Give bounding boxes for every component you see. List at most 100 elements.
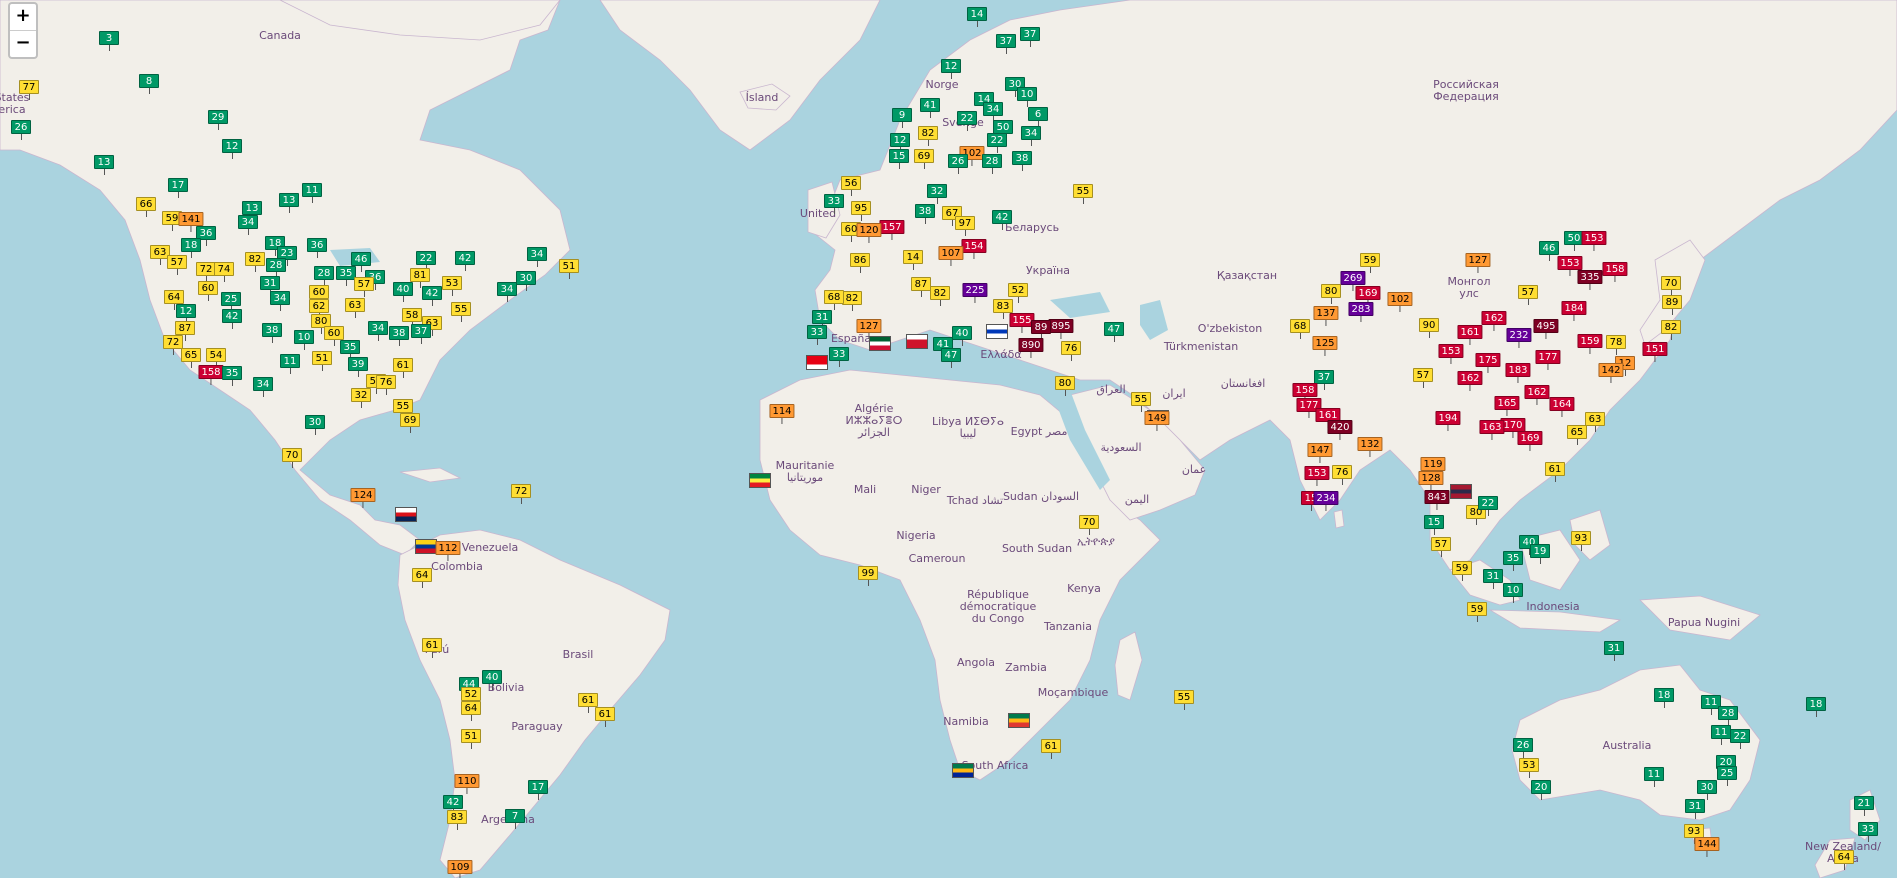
aqi-station-marker[interactable]: 35 (1503, 551, 1523, 571)
zoom-out-button[interactable]: − (10, 30, 36, 57)
aqi-station-marker[interactable]: 109 (447, 860, 473, 878)
aqi-station-marker[interactable]: 97 (955, 216, 975, 236)
aqi-station-marker[interactable]: 51 (461, 729, 481, 749)
aqi-station-marker[interactable]: 64 (1834, 850, 1854, 870)
aqi-station-marker[interactable]: 31 (1604, 641, 1624, 661)
aqi-station-marker[interactable]: 82 (842, 291, 862, 311)
aqi-station-marker[interactable]: 17 (528, 780, 548, 800)
aqi-station-marker[interactable]: 39 (348, 357, 368, 377)
aqi-station-marker[interactable]: 890 (1018, 338, 1044, 358)
aqi-station-marker[interactable]: 234 (1313, 491, 1339, 511)
aqi-station-marker[interactable]: 13 (94, 155, 114, 175)
aqi-station-marker[interactable]: 83 (447, 810, 467, 830)
aqi-station-marker[interactable]: 57 (1431, 537, 1451, 557)
aqi-station-marker[interactable]: 55 (451, 302, 471, 322)
aqi-station-marker[interactable]: 69 (400, 413, 420, 433)
aqi-station-marker[interactable]: 28 (982, 154, 1002, 174)
aqi-station-marker[interactable]: 114 (769, 404, 795, 424)
aqi-station-marker[interactable]: 34 (497, 282, 517, 302)
colombia-flag[interactable] (415, 539, 437, 554)
aqi-station-marker[interactable]: 151 (1642, 342, 1668, 362)
aqi-station-marker[interactable]: 80 (1321, 284, 1341, 304)
aqi-station-marker[interactable]: 225 (962, 283, 988, 303)
aqi-station-marker[interactable]: 61 (1545, 462, 1565, 482)
aqi-station-marker[interactable]: 14 (903, 250, 923, 270)
aqi-station-marker[interactable]: 125 (1312, 336, 1338, 356)
aqi-station-marker[interactable]: 37 (996, 34, 1016, 54)
aqi-station-marker[interactable]: 34 (253, 377, 273, 397)
aqi-station-marker[interactable]: 61 (595, 707, 615, 727)
aqi-station-marker[interactable]: 18 (1806, 697, 1826, 717)
aqi-station-marker[interactable]: 8 (139, 74, 159, 94)
aqi-station-marker[interactable]: 81 (410, 268, 430, 288)
aqi-station-marker[interactable]: 57 (1413, 368, 1433, 388)
zoom-in-button[interactable]: + (10, 4, 36, 30)
aqi-station-marker[interactable]: 68 (824, 290, 844, 310)
aqi-station-marker[interactable]: 22 (987, 133, 1007, 153)
aqi-station-marker[interactable]: 37 (1020, 27, 1040, 47)
aqi-station-marker[interactable]: 10 (1017, 87, 1037, 107)
aqi-station-marker[interactable]: 132 (1357, 437, 1383, 457)
aqi-station-marker[interactable]: 32 (351, 388, 371, 408)
aqi-station-marker[interactable]: 20 (1531, 780, 1551, 800)
aqi-station-marker[interactable]: 33 (824, 194, 844, 214)
aqi-station-marker[interactable]: 38 (1012, 151, 1032, 171)
aqi-station-marker[interactable]: 57 (167, 255, 187, 275)
aqi-station-marker[interactable]: 142 (1598, 363, 1624, 383)
aqi-station-marker[interactable]: 162 (1481, 311, 1507, 331)
aqi-station-marker[interactable]: 12 (941, 59, 961, 79)
aqi-station-marker[interactable]: 164 (1549, 397, 1575, 417)
aqi-station-marker[interactable]: 89 (1031, 320, 1051, 340)
aqi-station-marker[interactable]: 82 (245, 252, 265, 272)
aqi-station-marker[interactable]: 183 (1505, 363, 1531, 383)
aqi-station-marker[interactable]: 10 (294, 330, 314, 350)
malta-flag[interactable] (906, 334, 928, 349)
aqi-station-marker[interactable]: 95 (851, 201, 871, 221)
aqi-station-marker[interactable]: 33 (829, 347, 849, 367)
aqi-station-marker[interactable]: 31 (1685, 799, 1705, 819)
aqi-station-marker[interactable]: 169 (1517, 431, 1543, 451)
aqi-station-marker[interactable]: 124 (350, 488, 376, 508)
aqi-station-marker[interactable]: 102 (1387, 292, 1413, 312)
aqi-station-marker[interactable]: 165 (1494, 396, 1520, 416)
aqi-station-marker[interactable]: 41 (920, 98, 940, 118)
aqi-station-marker[interactable]: 18 (1654, 688, 1674, 708)
aqi-station-marker[interactable]: 14 (967, 7, 987, 27)
aqi-station-marker[interactable]: 6 (1028, 107, 1048, 127)
aqi-station-marker[interactable]: 7 (505, 809, 525, 829)
aqi-station-marker[interactable]: 15 (889, 149, 909, 169)
aqi-station-marker[interactable]: 30 (305, 415, 325, 435)
aqi-station-marker[interactable]: 63 (345, 298, 365, 318)
aqi-station-marker[interactable]: 80 (1055, 376, 1075, 396)
aqi-station-marker[interactable]: 144 (1694, 837, 1720, 857)
aqi-station-marker[interactable]: 32 (927, 184, 947, 204)
aqi-station-marker[interactable]: 70 (1661, 276, 1681, 296)
aqi-station-marker[interactable]: 61 (1041, 739, 1061, 759)
aqi-station-marker[interactable]: 82 (930, 286, 950, 306)
aqi-station-marker[interactable]: 153 (1304, 466, 1330, 486)
panama-flag[interactable] (395, 507, 417, 522)
aqi-station-marker[interactable]: 157 (879, 220, 905, 240)
aqi-station-marker[interactable]: 26 (948, 154, 968, 174)
aqi-station-marker[interactable]: 37 (411, 324, 431, 344)
aqi-station-marker[interactable]: 40 (393, 282, 413, 302)
aqi-station-marker[interactable]: 15 (1424, 515, 1444, 535)
aqi-station-marker[interactable]: 90 (1419, 318, 1439, 338)
aqi-station-marker[interactable]: 38 (915, 204, 935, 224)
aqi-station-marker[interactable]: 163 (1479, 420, 1505, 440)
aqi-station-marker[interactable]: 335 (1577, 270, 1603, 290)
aqi-station-marker[interactable]: 21 (1854, 796, 1874, 816)
aqi-station-marker[interactable]: 47 (1104, 322, 1124, 342)
aqi-station-marker[interactable]: 420 (1327, 420, 1353, 440)
aqi-station-marker[interactable]: 64 (412, 568, 432, 588)
aqi-station-marker[interactable]: 38 (262, 323, 282, 343)
aqi-station-marker[interactable]: 78 (1606, 335, 1626, 355)
aqi-station-marker[interactable]: 76 (1332, 465, 1352, 485)
aqi-station-marker[interactable]: 194 (1435, 411, 1461, 431)
israel-flag[interactable] (986, 324, 1008, 339)
aqi-station-marker[interactable]: 19 (1530, 544, 1550, 564)
aqi-station-marker[interactable]: 61 (393, 358, 413, 378)
aqi-station-marker[interactable]: 154 (961, 239, 987, 259)
aqi-station-marker[interactable]: 76 (1061, 341, 1081, 361)
aqi-station-marker[interactable]: 11 (302, 183, 322, 203)
